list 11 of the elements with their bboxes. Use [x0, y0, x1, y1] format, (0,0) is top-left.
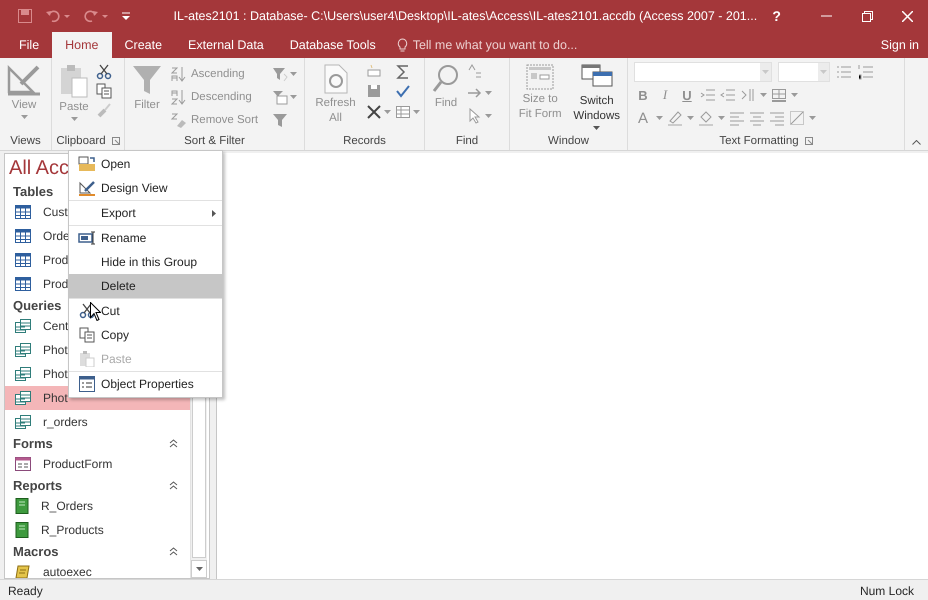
group-label: Records: [343, 134, 386, 146]
group-label: Find: [456, 134, 478, 146]
group-label: Clipboard: [56, 134, 106, 146]
status-text: Ready: [8, 584, 43, 598]
window-title: IL-ates2101 : Database- C:\Users\user4\Desktop\IL-ates\Access\IL-ates2101.accdb (Access 2007 - 201...: [174, 9, 758, 23]
group-label: Sort & Filter: [184, 134, 245, 146]
group-label: Text Formatting: [719, 134, 799, 146]
status-text: Num Lock: [860, 584, 914, 598]
group-label: Window: [548, 134, 589, 146]
group-label: Views: [10, 134, 41, 146]
navigation-pane-title: All Acc: [9, 157, 70, 179]
